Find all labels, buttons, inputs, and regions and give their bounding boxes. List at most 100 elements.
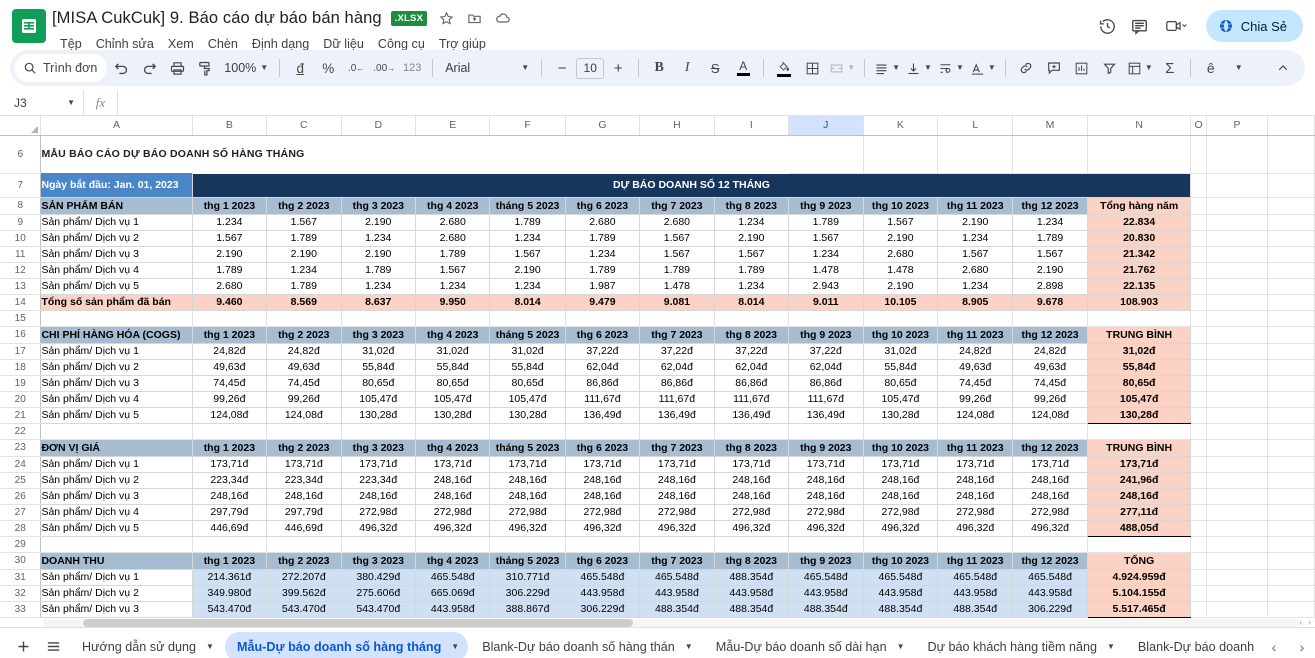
empty-cell[interactable] (565, 423, 641, 440)
decrease-font-size-button[interactable]: − (548, 54, 576, 82)
empty-cell[interactable] (1206, 488, 1269, 505)
column-header-b[interactable]: B (192, 116, 268, 136)
data-cell[interactable]: 2.190 (341, 246, 417, 263)
column-header-l[interactable]: L (937, 116, 1014, 136)
column-header-i[interactable]: I (714, 116, 790, 136)
data-cell[interactable]: 1.789 (565, 262, 641, 279)
empty-cell[interactable] (714, 310, 790, 327)
empty-cell[interactable] (1087, 135, 1192, 174)
row-header[interactable]: 28 (0, 520, 42, 537)
font-family-selector[interactable]: Arial ▼ (439, 54, 535, 82)
sheet-tab-4[interactable]: Dự báo khách hàng tiềm năng ▼ (916, 632, 1124, 658)
empty-cell[interactable] (341, 310, 417, 327)
data-cell[interactable]: 80,65đ (341, 375, 417, 392)
data-cell[interactable]: 388.867đ (489, 601, 566, 618)
row-label[interactable]: Sản phẩm/ Dịch vụ 2 (40, 359, 193, 376)
empty-cell[interactable] (40, 423, 193, 440)
empty-cell[interactable] (714, 423, 790, 440)
data-cell[interactable]: 248,16đ (788, 488, 864, 505)
summary-cell[interactable]: 5.517.465đ (1087, 601, 1192, 618)
data-cell[interactable]: 1.789 (266, 278, 342, 295)
empty-cell[interactable] (1190, 472, 1207, 489)
data-cell[interactable]: 24,82đ (266, 343, 342, 360)
data-cell[interactable]: 665.069đ (415, 585, 491, 602)
empty-cell[interactable] (1190, 585, 1207, 602)
total-data-cell[interactable]: 9.950 (414, 293, 491, 311)
data-cell[interactable]: 248,16đ (565, 472, 641, 489)
data-cell[interactable]: 1.567 (788, 230, 864, 247)
data-cell[interactable]: 443.958đ (714, 585, 790, 602)
data-cell[interactable]: 1.567 (192, 230, 268, 247)
summary-cell[interactable]: 31,02đ (1087, 343, 1192, 360)
data-cell[interactable]: 248,16đ (565, 488, 641, 505)
row-header[interactable]: 27 (0, 504, 42, 521)
data-cell[interactable]: 272,98đ (565, 504, 641, 521)
empty-cell[interactable] (341, 423, 417, 440)
empty-cell[interactable] (1267, 585, 1315, 602)
sheet-tab-1[interactable]: Mẫu-Dự báo doanh số hàng tháng ▼ (224, 631, 469, 658)
move-to-folder-icon[interactable] (466, 10, 483, 27)
data-cell[interactable]: 55,84đ (341, 359, 417, 376)
total-data-cell[interactable]: 8.905 (937, 293, 1014, 311)
data-cell[interactable]: 543.470đ (341, 601, 417, 618)
empty-cell[interactable] (1190, 343, 1207, 360)
column-header-k[interactable]: K (863, 116, 939, 136)
data-cell[interactable]: 443.958đ (937, 585, 1014, 602)
data-cell[interactable]: 173,71đ (192, 456, 268, 473)
chevron-down-icon[interactable]: ▼ (206, 642, 214, 651)
data-cell[interactable]: 446,69đ (192, 520, 268, 537)
empty-cell[interactable] (40, 536, 193, 553)
data-cell[interactable]: 80,65đ (863, 375, 939, 392)
data-cell[interactable]: 130,28đ (863, 407, 939, 424)
empty-cell[interactable] (1190, 326, 1207, 344)
data-cell[interactable]: 496,32đ (489, 520, 566, 537)
summary-cell[interactable]: 105,47đ (1087, 391, 1192, 408)
decrease-decimal-button[interactable]: .0 ← (342, 54, 370, 82)
empty-cell[interactable] (341, 536, 417, 553)
data-cell[interactable]: 2.190 (863, 278, 939, 295)
horizontal-align-icon[interactable]: ▼ (871, 54, 903, 82)
empty-cell[interactable] (1206, 246, 1269, 263)
data-cell[interactable]: 399.562đ (266, 585, 342, 602)
data-cell[interactable]: 1.234 (937, 230, 1014, 247)
empty-cell[interactable] (1206, 423, 1269, 440)
data-cell[interactable]: 1.789 (341, 262, 417, 279)
row-header[interactable]: 14 (0, 294, 42, 311)
empty-cell[interactable] (1267, 536, 1315, 553)
data-cell[interactable]: 173,71đ (863, 456, 939, 473)
data-cell[interactable]: 74,45đ (937, 375, 1014, 392)
data-cell[interactable]: 2.190 (1012, 262, 1088, 279)
row-header[interactable]: 7 (0, 173, 42, 198)
data-cell[interactable]: 1.234 (489, 278, 566, 295)
total-data-cell[interactable]: 9.460 (191, 293, 268, 311)
data-cell[interactable]: 248,16đ (415, 488, 491, 505)
row-header[interactable]: 19 (0, 375, 42, 392)
empty-cell[interactable] (714, 536, 790, 553)
data-cell[interactable]: 306.229đ (489, 585, 566, 602)
data-cell[interactable]: 173,71đ (489, 456, 566, 473)
empty-cell[interactable] (1190, 488, 1207, 505)
sheet-tab-3[interactable]: Mẫu-Dự báo doanh số dài hạn ▼ (704, 632, 914, 658)
data-cell[interactable]: 74,45đ (266, 375, 342, 392)
name-box[interactable]: J3 ▼ (0, 89, 84, 116)
empty-cell[interactable] (1206, 310, 1269, 327)
data-cell[interactable]: 173,71đ (639, 456, 715, 473)
data-cell[interactable]: 55,84đ (863, 359, 939, 376)
data-cell[interactable]: 2.190 (714, 230, 790, 247)
data-cell[interactable]: 130,28đ (489, 407, 566, 424)
empty-cell[interactable] (1206, 197, 1269, 215)
add-sheet-icon[interactable] (8, 632, 38, 658)
data-cell[interactable]: 248,16đ (714, 472, 790, 489)
fill-color-icon[interactable] (770, 54, 798, 82)
empty-cell[interactable] (1206, 552, 1269, 570)
empty-cell[interactable] (1206, 343, 1269, 360)
empty-cell[interactable] (1190, 536, 1207, 553)
row-label[interactable]: Sản phẩm/ Dịch vụ 3 (40, 601, 193, 618)
data-cell[interactable]: 31,02đ (415, 343, 491, 360)
data-cell[interactable]: 272,98đ (415, 504, 491, 521)
empty-cell[interactable] (1206, 173, 1269, 198)
row-label[interactable]: Sản phẩm/ Dịch vụ 1 (40, 343, 193, 360)
empty-cell[interactable] (1206, 456, 1269, 473)
data-cell[interactable]: 173,71đ (714, 456, 790, 473)
strikethrough-button[interactable]: S (701, 54, 729, 82)
